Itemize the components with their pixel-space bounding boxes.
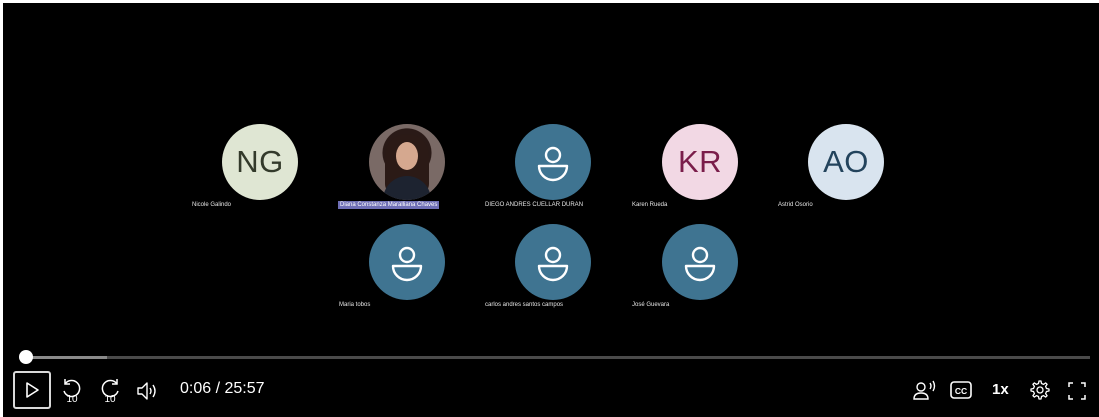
avatar [662, 224, 738, 300]
avatar-photo [369, 124, 445, 200]
rewind-seconds-label: 10 [66, 394, 78, 405]
gear-icon [1030, 380, 1050, 400]
avatar-initials: KR [677, 144, 723, 179]
participant-name: DIEGO ANDRES CUELLAR DURAN [485, 202, 584, 208]
seek-bar[interactable] [22, 356, 1090, 359]
time-display: 0:06 / 25:57 [180, 380, 265, 397]
playback-speed-button[interactable]: 1x [992, 381, 1009, 398]
participant-name: Maria tobos [339, 302, 371, 308]
forward-seconds-label: 10 [104, 394, 116, 405]
avatar [515, 124, 591, 200]
rewind-10-button[interactable]: 10 [59, 375, 85, 405]
participant-name: Karen Rueda [632, 202, 668, 208]
volume-button[interactable] [134, 378, 160, 404]
audio-description-button[interactable] [912, 378, 938, 404]
svg-text:CC: CC [955, 386, 967, 396]
forward-10-icon: 10 [101, 379, 119, 405]
volume-icon [137, 382, 156, 400]
avatar: AO [808, 124, 884, 200]
person-icon [537, 246, 569, 282]
avatar [515, 224, 591, 300]
person-icon [537, 146, 569, 182]
play-button[interactable] [13, 371, 51, 409]
avatar-initials: NG [236, 144, 284, 179]
fullscreen-button[interactable] [1066, 380, 1088, 402]
captions-button[interactable]: CC [950, 380, 972, 400]
participant-name: Nicole Galindo [192, 202, 232, 208]
person-icon [684, 246, 716, 282]
avatar: NG [222, 124, 298, 200]
fullscreen-icon [1068, 382, 1086, 400]
audio-description-icon [913, 380, 936, 400]
avatar-initials: AO [823, 144, 869, 179]
participant-name: carlos andres santos campos [485, 302, 564, 308]
participant-name: Diana Constanza Maralliana Chaves [338, 201, 440, 209]
person-icon [391, 246, 423, 282]
avatar [369, 224, 445, 300]
avatar: KR [662, 124, 738, 200]
forward-10-button[interactable]: 10 [97, 375, 123, 405]
play-icon [26, 382, 39, 398]
video-player[interactable]: NG Nicole Galindo Diana Constanza Marall… [3, 3, 1099, 417]
captions-icon: CC [950, 381, 972, 399]
buffered-range [22, 356, 108, 359]
participant-name: José Guevara [632, 302, 670, 308]
rewind-10-icon: 10 [63, 379, 81, 405]
participant-name: Astrid Osorio [778, 202, 813, 208]
settings-button[interactable] [1027, 378, 1051, 402]
